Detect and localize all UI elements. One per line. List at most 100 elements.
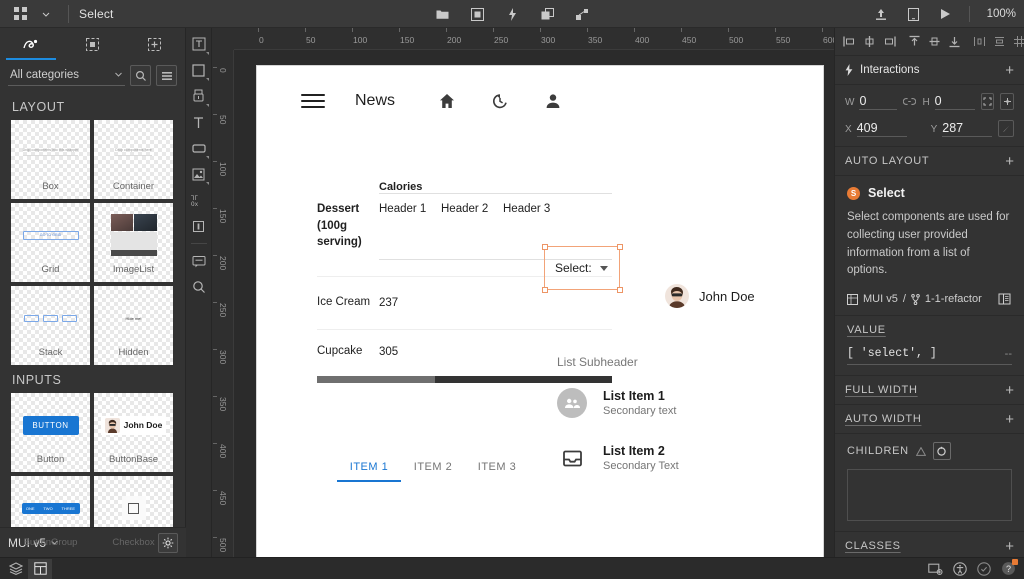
add-interaction-button[interactable]: + (1005, 63, 1014, 78)
add-full-width-button[interactable]: + (1005, 383, 1014, 398)
tool-expand-caret[interactable] (206, 182, 209, 185)
interactions-row[interactable]: Interactions + (835, 56, 1024, 85)
list-view-icon[interactable] (156, 65, 177, 86)
auto-layout-row[interactable]: AUTO LAYOUT + (835, 147, 1024, 176)
resize-handle-nw[interactable] (542, 244, 548, 250)
assets-tab[interactable] (62, 28, 124, 60)
library-name[interactable]: MUI v5 (863, 293, 898, 305)
align-right-icon[interactable] (883, 35, 896, 48)
artboard[interactable]: News Calories Desse (257, 66, 823, 557)
check-icon[interactable] (977, 562, 991, 576)
artboard-tool[interactable] (188, 32, 210, 56)
horizontal-ruler[interactable]: -500501001502002503003504004505005506006… (212, 28, 834, 50)
distribute-v-icon[interactable] (993, 35, 1006, 48)
component-tile-stack[interactable]: Stack (11, 286, 90, 365)
component-tile-grid[interactable]: GO TO GRID Grid (11, 203, 90, 282)
slice-tool[interactable] (188, 214, 210, 238)
chevron-down-icon[interactable] (34, 3, 58, 25)
home-icon[interactable] (437, 91, 457, 111)
align-bottom-icon[interactable] (948, 35, 961, 48)
user-chip[interactable]: John Doe (665, 284, 755, 308)
hamburger-icon[interactable] (301, 89, 325, 113)
component-tile-button[interactable]: BUTTON Button (11, 393, 90, 472)
person-icon[interactable] (543, 91, 563, 111)
comment-tool[interactable] (188, 249, 210, 273)
tool-expand-caret[interactable] (206, 52, 209, 55)
tab-item-1[interactable]: ITEM 1 (337, 461, 401, 482)
component-tool[interactable] (188, 84, 210, 108)
component-tile-imagelist[interactable]: ImageList (94, 203, 173, 282)
add-class-button[interactable]: + (1005, 539, 1014, 554)
fit-icon[interactable] (981, 93, 995, 110)
category-filter-select[interactable]: All categories (8, 66, 125, 86)
canvas-area[interactable]: -500501001502002503003504004505005506006… (212, 28, 834, 557)
add-auto-layout-button[interactable]: + (1005, 154, 1014, 169)
device-icon[interactable] (901, 3, 925, 25)
resize-handle-se[interactable] (617, 287, 623, 293)
x-field[interactable]: X 409 (845, 121, 907, 137)
history-icon[interactable] (490, 91, 510, 111)
grid-icon[interactable] (8, 3, 32, 25)
resize-handle-ne[interactable] (617, 244, 623, 250)
add-auto-width-button[interactable]: + (1005, 412, 1014, 427)
component-tile-hidden[interactable]: Hide me! Hidden (94, 286, 173, 365)
layers-icon[interactable] (4, 559, 28, 579)
auto-width-row[interactable]: AUTO WIDTH + (835, 405, 1024, 434)
table-horizontal-scrollbar[interactable] (317, 376, 612, 383)
component-icon[interactable] (465, 3, 489, 25)
rectangle-tool[interactable] (188, 58, 210, 82)
text-tool[interactable] (188, 110, 210, 134)
help-icon[interactable]: ? (1001, 561, 1016, 576)
list-item[interactable]: List Item 2 Secondary Text (557, 443, 679, 473)
zoom-level[interactable]: 100% (982, 8, 1016, 20)
tool-expand-caret[interactable] (206, 156, 209, 159)
box-tool[interactable] (188, 136, 210, 160)
distribute-grid-icon[interactable] (1013, 35, 1024, 48)
component-tile-container[interactable]: Drop components here Container (94, 120, 173, 199)
y-field[interactable]: Y 287 (931, 121, 993, 137)
refresh-icon[interactable] (933, 442, 951, 460)
align-left-icon[interactable] (843, 35, 856, 48)
full-width-row[interactable]: FULL WIDTH + (835, 376, 1024, 405)
value-field[interactable]: [ 'select', ] -- (847, 347, 1012, 365)
image-tool[interactable] (188, 162, 210, 186)
align-center-h-icon[interactable] (863, 35, 876, 48)
component-tile-buttonbase[interactable]: John Doe ButtonBase (94, 393, 173, 472)
bolt-icon[interactable] (500, 3, 524, 25)
components-icon[interactable] (28, 559, 52, 579)
align-center-v-icon[interactable] (928, 35, 941, 48)
list-item[interactable]: List Item 1 Secondary text (557, 388, 676, 418)
vertical-ruler[interactable]: 050100150200250300350400450500550 (212, 50, 234, 557)
children-dropzone[interactable] (847, 469, 1012, 521)
upload-icon[interactable] (869, 3, 893, 25)
search-icon[interactable] (130, 65, 151, 86)
branch-name[interactable]: 1-1-refactor (925, 293, 982, 305)
duplicate-icon[interactable] (535, 3, 559, 25)
resize-handle-sw[interactable] (542, 287, 548, 293)
width-field[interactable]: W 0 (845, 94, 897, 110)
caret-down-icon[interactable] (600, 266, 608, 271)
transform-tool[interactable]: ⅂ΓОх (188, 188, 210, 212)
select-component[interactable]: Select: (544, 246, 620, 290)
center-icon[interactable] (1000, 93, 1014, 110)
add-frame-tab[interactable] (123, 28, 185, 60)
component-tile-box[interactable]: Drop components into this wrapper Box (11, 120, 90, 199)
connect-icon[interactable] (570, 3, 594, 25)
rotate-icon[interactable] (998, 120, 1014, 137)
link-icon[interactable] (903, 97, 916, 106)
zoom-tool[interactable] (188, 275, 210, 299)
folder-icon[interactable] (430, 3, 454, 25)
play-icon[interactable] (933, 3, 957, 25)
docs-icon[interactable] (998, 292, 1012, 306)
height-field[interactable]: H 0 (922, 94, 974, 110)
screenshot-icon[interactable] (928, 562, 943, 576)
align-top-icon[interactable] (908, 35, 921, 48)
components-tab[interactable] (0, 28, 62, 60)
tool-expand-caret[interactable] (206, 78, 209, 81)
accessibility-icon[interactable] (953, 562, 967, 576)
tool-expand-caret[interactable] (206, 104, 209, 107)
gear-icon[interactable] (158, 533, 178, 553)
tab-item-2[interactable]: ITEM 2 (401, 461, 465, 482)
component-library-scroll[interactable]: LAYOUT Drop components into this wrapper… (0, 92, 185, 547)
tab-item-3[interactable]: ITEM 3 (465, 461, 529, 482)
